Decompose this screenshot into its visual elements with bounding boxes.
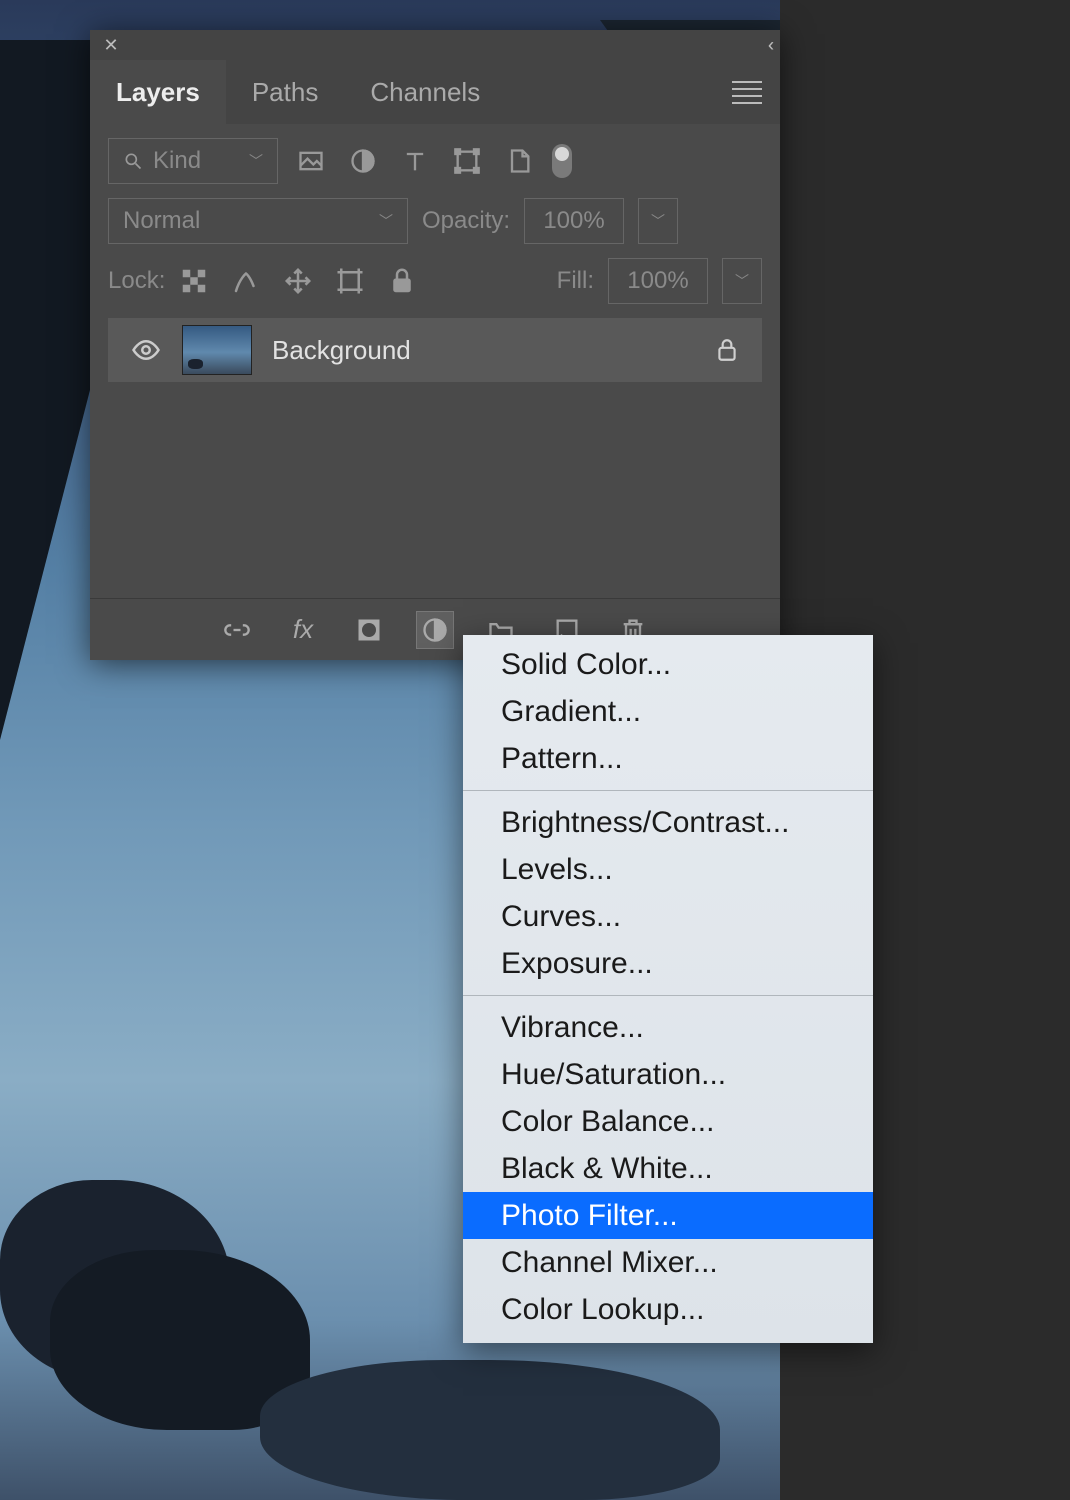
tab-layers[interactable]: Layers [90,60,226,124]
menu-item-gradient[interactable]: Gradient... [463,688,873,735]
filter-adjustment-icon[interactable] [344,142,382,180]
filter-type-icon[interactable] [396,142,434,180]
layer-empty-area [108,396,762,598]
menu-separator [463,790,873,791]
tab-channels[interactable]: Channels [344,60,506,124]
menu-item-vibrance[interactable]: Vibrance... [463,1004,873,1051]
layer-name: Background [272,335,411,366]
menu-item-channel-mixer[interactable]: Channel Mixer... [463,1239,873,1286]
opacity-chevron[interactable]: ﹀ [638,198,678,244]
filter-toggle[interactable] [552,144,572,178]
menu-item-color-lookup[interactable]: Color Lookup... [463,1286,873,1333]
layer-mask-icon[interactable] [351,612,387,648]
layer-style-icon[interactable]: fx [285,612,321,648]
panel-tabs: Layers Paths Channels [90,60,780,124]
lock-all-icon[interactable] [387,266,417,296]
bg-shape [260,1360,720,1500]
layers-panel: ✕ ‹‹ Layers Paths Channels Kind ﹀ Normal [90,30,780,660]
panel-menu-icon[interactable] [732,81,762,104]
lock-artboard-icon[interactable] [335,266,365,296]
menu-item-black-white[interactable]: Black & White... [463,1145,873,1192]
layer-row[interactable]: Background [108,318,762,382]
lock-transparent-icon[interactable] [179,266,209,296]
fill-input[interactable]: 100% [608,258,708,304]
filter-smartobject-icon[interactable] [500,142,538,180]
blend-mode-value: Normal [123,207,200,235]
panel-body: Kind ﹀ Normal ﹀ Opacity: 100% ﹀ Lock: [90,124,780,598]
link-layers-icon[interactable] [219,612,255,648]
menu-item-hue-saturation[interactable]: Hue/Saturation... [463,1051,873,1098]
opacity-input[interactable]: 100% [524,198,624,244]
fill-label: Fill: [557,267,594,295]
layer-thumbnail[interactable] [182,325,252,375]
adjustment-layer-menu: Solid Color... Gradient... Pattern... Br… [463,635,873,1343]
visibility-icon[interactable] [130,334,162,366]
menu-item-brightness-contrast[interactable]: Brightness/Contrast... [463,799,873,846]
filter-type-label: Kind [153,147,201,175]
lock-image-icon[interactable] [231,266,261,296]
filter-type-dropdown[interactable]: Kind ﹀ [108,138,278,184]
lock-icon[interactable] [714,337,740,363]
blend-mode-dropdown[interactable]: Normal ﹀ [108,198,408,244]
menu-item-solid-color[interactable]: Solid Color... [463,641,873,688]
menu-item-pattern[interactable]: Pattern... [463,735,873,782]
menu-item-exposure[interactable]: Exposure... [463,940,873,987]
tab-paths[interactable]: Paths [226,60,345,124]
menu-separator [463,995,873,996]
fill-chevron[interactable]: ﹀ [722,258,762,304]
panel-titlebar: ✕ ‹‹ [90,30,780,60]
filter-pixel-icon[interactable] [292,142,330,180]
menu-item-color-balance[interactable]: Color Balance... [463,1098,873,1145]
menu-item-levels[interactable]: Levels... [463,846,873,893]
lock-label: Lock: [108,267,165,295]
chevron-down-icon: ﹀ [379,211,393,231]
chevron-down-icon: ﹀ [249,151,263,171]
lock-position-icon[interactable] [283,266,313,296]
adjustment-layer-icon[interactable] [417,612,453,648]
menu-item-curves[interactable]: Curves... [463,893,873,940]
opacity-label: Opacity: [422,207,510,235]
filter-shape-icon[interactable] [448,142,486,180]
close-icon[interactable]: ✕ [102,36,120,54]
menu-item-photo-filter[interactable]: Photo Filter... [463,1192,873,1239]
